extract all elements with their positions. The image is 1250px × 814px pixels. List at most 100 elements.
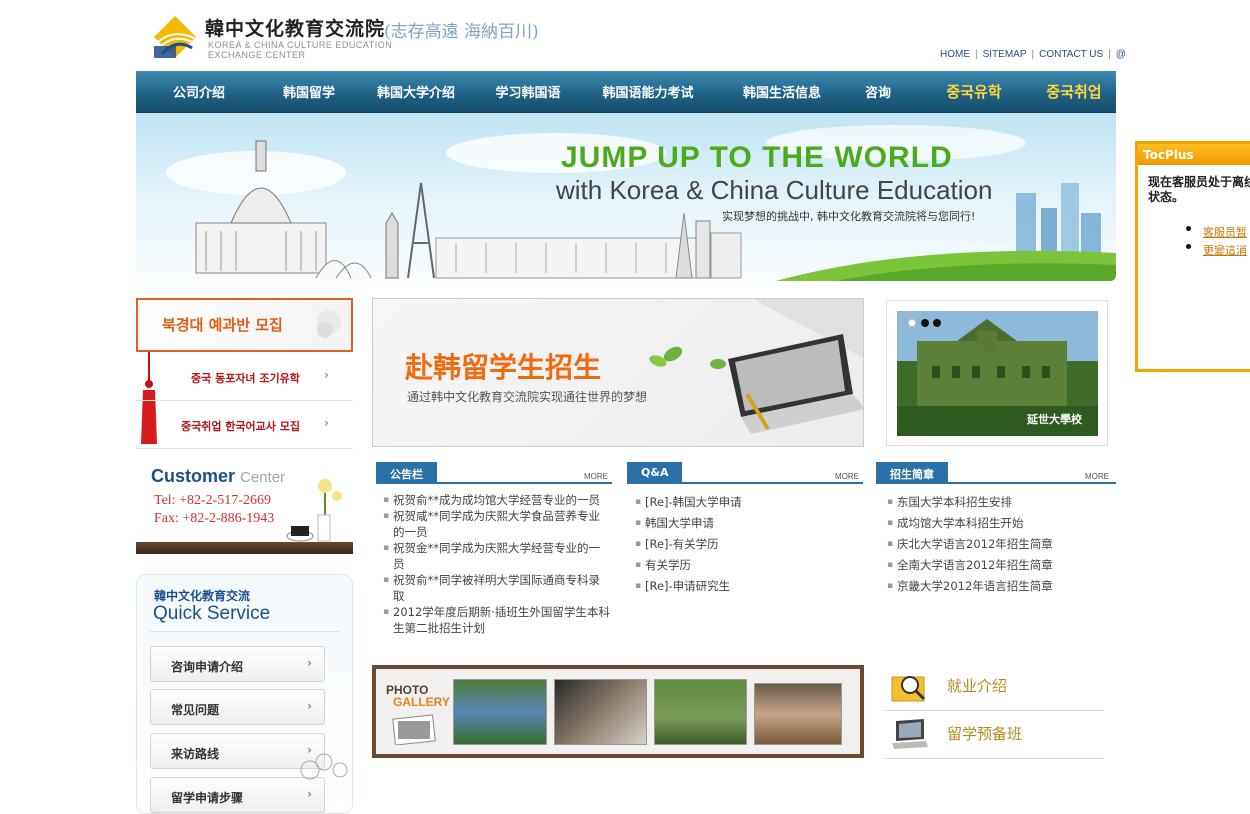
shelf-decoration [136,542,353,554]
logo-icon[interactable] [152,14,198,60]
list-item[interactable]: 祝贺咸**同学成为庆熙大学食品营养专业的一员 [383,508,611,540]
button-label: 留学申请步骤 [171,791,244,805]
prep-class-link[interactable]: 留学预备班 [884,711,1104,759]
notice-list: 祝贺俞**成为成均馆大学经营专业的一员 祝贺咸**同学成为庆熙大学食品营养专业的… [383,492,611,636]
main-nav: 公司介绍 韩国留学 韩国大学介绍 学习韩国语 韩国语能力考试 韩国生活信息 咨询… [136,71,1116,113]
list-item[interactable]: 京畿大学2012年语言招生简章 [887,578,1115,594]
bullet [1186,244,1191,249]
gallery-photo[interactable] [754,683,842,745]
admission-more-link[interactable]: MORE [1085,472,1109,481]
chevron-right-icon: › [307,787,312,801]
home-link[interactable]: HOME [940,49,970,60]
campus-caption: 延世大學校 [1027,413,1082,426]
promo-label: 중국 동포자녀 조기유학 [191,372,300,385]
list-item[interactable]: [Re]-有关学历 [635,536,863,552]
nav-topik[interactable]: 韩国语能力考试 [580,82,716,101]
banner-caption: 实现梦想的挑战中, 韩中文化教育交流院将与您同行! [722,210,976,223]
promo-korean-teacher[interactable]: 중국취업 한국어교사 모집 › [136,401,353,449]
nav-korea-life[interactable]: 韩国生活信息 [716,82,848,101]
apply-consult-button[interactable]: 咨询申请介绍 › [150,646,325,682]
sitemap-link[interactable]: SITEMAP [983,49,1027,60]
list-item[interactable]: 有关学历 [635,557,863,573]
slide-dot[interactable] [933,319,941,327]
application-steps-button[interactable]: 留学申请步骤 › [150,777,325,813]
admission-subtitle: 通过韩中文化教育交流院实现通往世界的梦想 [407,390,648,404]
list-item[interactable]: 2012学年度后期新·插班生外国留学生本科生第二批招生计划 [383,604,611,636]
chevron-right-icon: › [324,368,329,382]
link-label: 留学预备班 [947,725,1023,743]
tocplus-link[interactable]: 客服员暂 [1203,224,1247,240]
customer-title-bold: Customer [151,466,236,486]
top-links: HOME | SITEMAP | CONTACT US | @ [940,49,1126,60]
nav-learn-korean[interactable]: 学习韩国语 [476,82,580,101]
nav-company-intro[interactable]: 公司介绍 [136,82,262,101]
promo-label: 북경대 예과반 모집 [162,316,283,334]
promo-label: 중국취업 한국어교사 모집 [181,420,300,433]
slogan: (志存高遠 海納百川) [384,22,539,42]
list-item[interactable]: 成均馆大学本科招生开始 [887,515,1115,531]
promo-peking-prep[interactable]: 북경대 예과반 모집 [136,298,353,352]
divider [376,482,612,484]
flower-cup-decoration [286,479,342,542]
tocplus-title[interactable]: TocPlus [1138,144,1250,165]
customer-center-title: Customer Center [151,466,285,487]
admission-list: 东国大学本科招生安排 成均馆大学本科招生开始 庆北大学语言2012年招生简章 全… [887,494,1115,594]
divider [150,631,340,632]
list-item[interactable]: 庆北大学语言2012年招生简章 [887,536,1115,552]
fax-number: Fax: +82-2-886-1943 [154,511,275,526]
notice-tab[interactable]: 公告栏 [376,462,437,484]
separator: | [1108,49,1111,60]
slide-dot[interactable] [908,319,916,327]
logo-subtext: EXCHANGE CENTER [208,50,306,60]
notice-more-link[interactable]: MORE [584,472,608,481]
nav-china-study[interactable]: 중국유학 [908,81,1040,102]
button-label: 常见问题 [171,703,220,717]
quick-service-subtitle: 韓中文化教育交流 [154,589,251,603]
qa-list: [Re]-韩国大学申请 韩国大学申请 [Re]-有关学历 有关学历 [Re]-申… [635,494,863,594]
gallery-label: GALLERY [393,695,450,709]
chevron-right-icon: › [307,699,312,713]
jobs-intro-link[interactable]: 就业介绍 [884,663,1104,711]
banner-title: JUMP UP TO THE WORLD [561,141,953,174]
logo-subtext: KOREA & CHINA CULTURE EDUCATION [208,40,393,50]
divider [627,482,863,484]
list-item[interactable]: 祝贺金**同学成为庆熙大学经营专业的一员 [383,540,611,572]
separator: | [1031,49,1035,60]
list-item[interactable]: 祝贺俞**同学被祥明大学国际通商专科录取 [383,572,611,604]
logo-text[interactable]: 韓中文化教育交流院 [205,14,385,41]
chevron-right-icon: › [324,416,329,430]
link-label: 就业介绍 [947,677,1008,695]
laptop-icon [892,719,928,749]
list-item[interactable]: [Re]-申请研究生 [635,578,863,594]
faq-button[interactable]: 常见问题 › [150,689,325,725]
gallery-photo[interactable] [654,679,747,745]
email-link[interactable]: @ [1116,49,1126,60]
admission-title: 赴韩留学生招生 [405,351,602,384]
chevron-right-icon: › [307,656,312,670]
slide-dot-active[interactable] [921,319,929,327]
nav-study-korea[interactable]: 韩国留学 [262,82,356,101]
divider [876,482,1116,484]
phone-number: Tel: +82-2-517-2669 [154,493,271,508]
list-item[interactable]: [Re]-韩国大学申请 [635,494,863,510]
list-item[interactable]: 东国大学本科招生安排 [887,494,1115,510]
admission-tab[interactable]: 招生简章 [876,462,948,484]
list-item[interactable]: 祝贺俞**成为成均馆大学经营专业的一员 [383,492,611,508]
gallery-photo[interactable] [453,679,547,745]
clock-decoration [300,753,348,780]
gallery-photo[interactable] [554,679,647,745]
nav-china-jobs[interactable]: 중국취업 [1040,81,1108,102]
button-label: 来访路线 [171,747,220,761]
contact-us-link[interactable]: CONTACT US [1039,49,1103,60]
nav-consult[interactable]: 咨询 [848,82,908,101]
promo-early-study[interactable]: 중국 동포자녀 조기유학 › [136,353,353,401]
tocplus-link[interactable]: 更變這消 [1203,242,1247,258]
qa-tab[interactable]: Q&A [627,462,683,484]
qa-more-link[interactable]: MORE [835,472,859,481]
quick-service-title: Quick Service [153,603,271,624]
list-item[interactable]: 韩国大学申请 [635,515,863,531]
nav-korea-universities[interactable]: 韩国大学介绍 [356,82,476,101]
tocplus-message: 现在客服员处于离线状态。 [1148,175,1250,204]
list-item[interactable]: 全南大学语言2012年招生简章 [887,557,1115,573]
customer-title-light: Center [240,469,286,486]
